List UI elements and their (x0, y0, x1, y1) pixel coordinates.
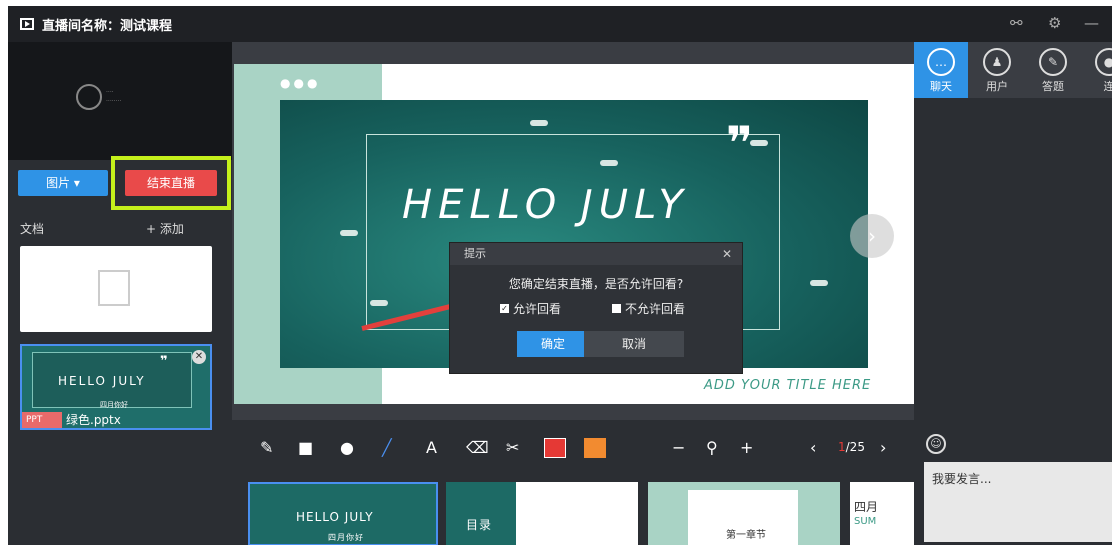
title-bar: 直播间名称：测试课程 ⚯ ⚙ — (8, 6, 1112, 42)
share-icon[interactable]: ⚯ (1010, 14, 1023, 32)
tab-label: 答题 (1042, 80, 1064, 93)
picture-button[interactable]: 图片 ▾ (18, 170, 108, 196)
left-panel: ···· ········ 图片 ▾ 结束直播 文档 + 添加 HELLO JUL… (8, 42, 232, 545)
ppt-filename: 绿色.pptx (66, 413, 121, 427)
tab-users[interactable]: ♟ 用户 (970, 42, 1024, 98)
cancel-button[interactable]: 取消 (584, 331, 684, 357)
tab-label: 聊天 (930, 80, 952, 93)
color-orange-swatch[interactable] (584, 438, 606, 458)
eraser-icon[interactable]: ⌫ (466, 438, 489, 458)
zoom-out-icon[interactable]: − (672, 438, 685, 458)
blank-doc-card[interactable] (20, 246, 212, 332)
color-red-swatch[interactable] (544, 438, 566, 458)
allow-replay-label: 允许回看 (513, 302, 562, 316)
docs-label: 文档 (20, 222, 45, 236)
emoji-icon[interactable]: ☺ (926, 434, 946, 454)
close-icon[interactable]: ✕ (722, 243, 732, 265)
page-indicator: 1/25 (838, 440, 865, 454)
video-preview: ···· ········ (8, 42, 232, 160)
dialog-title-text: 提示 (464, 247, 486, 260)
dialog-title: 提示 ✕ (450, 243, 742, 265)
slide-subtitle: ADD YOUR TITLE HERE (704, 378, 872, 393)
prev-page-icon[interactable]: ‹ (810, 438, 816, 458)
thumbnail-title: HELLO JULY (296, 510, 374, 524)
next-slide-button[interactable]: › (850, 214, 894, 258)
minimize-icon[interactable]: — (1084, 14, 1099, 32)
pen-icon[interactable]: ✎ (260, 438, 273, 458)
end-live-button[interactable]: 结束直播 (125, 170, 217, 196)
chat-icon: … (927, 48, 955, 76)
mic-icon: ● (1095, 48, 1112, 76)
right-panel: … 聊天 ♟ 用户 ✎ 答题 ● 连 ☺ 我要发言... (914, 42, 1112, 545)
tab-quiz[interactable]: ✎ 答题 (1026, 42, 1080, 98)
tab-chat[interactable]: … 聊天 (914, 42, 968, 98)
ppt-doc-card[interactable]: HELLO JULY ❞ 四月你好 ✕ PPT 绿色.pptx (20, 344, 212, 430)
gear-icon[interactable]: ⚙ (1048, 14, 1061, 32)
draw-toolbar: ✎ ■ ● ╱ A ⌫ ✂ − ⚲ + ‹ 1/25 › (232, 426, 914, 470)
ppt-thumb-title: HELLO JULY (58, 374, 146, 388)
logo-icon (76, 84, 102, 110)
boat (810, 280, 828, 286)
allow-replay-option[interactable]: ✓ 允许回看 (500, 300, 561, 317)
confirm-button[interactable]: 确定 (517, 331, 589, 357)
disallow-replay-option[interactable]: 不允许回看 (612, 300, 685, 317)
thumbnail-4[interactable]: 四月 SUM (850, 482, 914, 545)
thumbnail-sub: 四月你好 (328, 533, 364, 542)
thumbnail-title: 四月 (854, 500, 879, 514)
slide-thumbnails: HELLO JULY 四月你好 目录 第一章节 四月 SUM (232, 474, 914, 545)
document-icon (98, 270, 130, 306)
text-icon[interactable]: A (426, 438, 437, 458)
window-title: 直播间名称：测试课程 (42, 18, 173, 34)
thumbnail-2[interactable]: 目录 (446, 482, 638, 545)
tab-label: 用户 (986, 80, 1008, 93)
close-icon[interactable]: ✕ (192, 350, 206, 364)
boat (530, 120, 548, 126)
quote-icon: ❞ (160, 354, 168, 369)
line-icon[interactable]: ╱ (382, 438, 392, 458)
users-icon: ♟ (983, 48, 1011, 76)
thumb-cover (446, 482, 516, 545)
app-window: 直播间名称：测试课程 ⚯ ⚙ — ···· ········ 图片 ▾ 结束直播 … (8, 6, 1112, 545)
zoom-icon[interactable]: ⚲ (706, 438, 718, 458)
pencil-icon: ✎ (1039, 48, 1067, 76)
thumbnail-3[interactable]: 第一章节 (648, 482, 840, 545)
ppt-thumb-sub: 四月你好 (100, 401, 128, 409)
checkbox-icon[interactable] (612, 304, 621, 313)
add-doc-button[interactable]: + 添加 (146, 220, 184, 237)
ppt-badge: PPT (22, 412, 62, 428)
page-current: 1 (838, 440, 846, 454)
slide-title: HELLO JULY (402, 182, 689, 228)
thumbnail-title: 目录 (466, 518, 493, 532)
thumbnail-sub: SUM (854, 516, 877, 527)
circle-icon[interactable]: ● (340, 438, 354, 458)
dialog-message: 您确定结束直播，是否允许回看? (508, 277, 684, 291)
zoom-in-icon[interactable]: + (740, 438, 753, 458)
clear-icon[interactable]: ✂ (506, 438, 519, 458)
next-page-icon[interactable]: › (880, 438, 886, 458)
live-icon (20, 18, 34, 30)
slide-dots: ●●● (280, 76, 321, 90)
disallow-replay-label: 不允许回看 (625, 302, 686, 316)
thumbnail-1[interactable]: HELLO JULY 四月你好 (248, 482, 438, 545)
tab-label: 连 (1103, 80, 1112, 93)
checkbox-checked-icon[interactable]: ✓ (500, 304, 509, 313)
boat (340, 230, 358, 236)
tab-mic[interactable]: ● 连 (1082, 42, 1112, 98)
quote-icon: ❞ (726, 116, 753, 170)
confirm-dialog: 提示 ✕ 您确定结束直播，是否允许回看? ✓ 允许回看 不允许回看 确定 取消 (450, 243, 742, 373)
page-total: /25 (845, 440, 865, 454)
right-tabs: … 聊天 ♟ 用户 ✎ 答题 ● 连 (914, 42, 1112, 98)
thumbnail-title: 第一章节 (726, 530, 766, 541)
chat-input[interactable]: 我要发言... (924, 462, 1112, 542)
rectangle-icon[interactable]: ■ (298, 438, 313, 458)
chat-messages (914, 98, 1112, 424)
logo-text: ···· ········ (106, 89, 122, 105)
